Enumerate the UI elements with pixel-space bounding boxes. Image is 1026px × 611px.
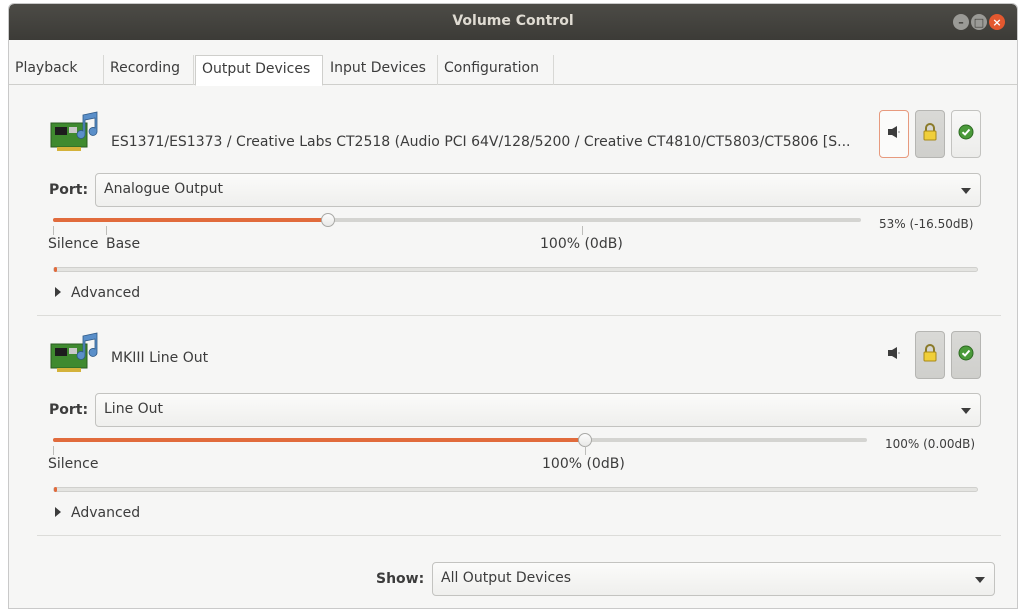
device-name: MKIII Line Out: [111, 350, 209, 366]
mark-silence: Silence: [48, 236, 99, 252]
device-name: ES1371/ES1373 / Creative Labs CT2518 (Au…: [111, 134, 851, 150]
port-label: Port:: [49, 182, 89, 198]
volume-control-window: Volume Control – □ × Playback Recording …: [8, 3, 1018, 609]
device-separator: [37, 315, 1001, 316]
port-select[interactable]: Line Out: [95, 393, 981, 427]
volume-slider-handle[interactable]: [321, 213, 335, 227]
peak-meter-fill: [54, 267, 57, 272]
tab-configuration[interactable]: Configuration: [438, 55, 554, 85]
volume-readout: 100% (0.00dB): [885, 437, 976, 451]
set-default-button[interactable]: [951, 331, 981, 379]
volume-slider-fill: [53, 438, 585, 442]
tab-input-devices[interactable]: Input Devices: [324, 55, 438, 85]
mark-100: 100% (0dB): [542, 456, 625, 472]
chevron-down-icon: [975, 577, 985, 583]
expander-arrow-icon: [55, 507, 61, 517]
tab-output-devices[interactable]: Output Devices: [195, 55, 323, 86]
title-bar[interactable]: Volume Control – □ ×: [9, 4, 1017, 40]
advanced-label: Advanced: [71, 285, 141, 301]
tab-bar: Playback Recording Output Devices Input …: [9, 55, 1017, 86]
port-select-value: Line Out: [104, 401, 164, 417]
port-select-value: Analogue Output: [104, 181, 223, 197]
tab-recording[interactable]: Recording: [104, 55, 194, 85]
sound-card-icon: [49, 332, 101, 374]
volume-readout: 53% (-16.50dB): [879, 217, 974, 231]
speaker-icon: [887, 125, 901, 143]
advanced-label: Advanced: [71, 505, 141, 521]
window-title: Volume Control: [452, 13, 574, 29]
peak-meter: [53, 487, 978, 492]
lock-icon: [922, 123, 938, 145]
device-separator: [37, 535, 1001, 536]
sound-card-icon: [49, 111, 101, 153]
checkmark-icon: [958, 124, 974, 144]
output-devices-panel: ES1371/ES1373 / Creative Labs CT2518 (Au…: [9, 85, 1017, 608]
volume-slider-fill: [53, 218, 328, 222]
tick-100: [582, 226, 583, 235]
speaker-icon: [887, 346, 901, 364]
checkmark-icon: [958, 345, 974, 365]
volume-slider-handle[interactable]: [578, 433, 592, 447]
lock-channels-button[interactable]: [915, 110, 945, 158]
mark-silence: Silence: [48, 456, 99, 472]
show-select[interactable]: All Output Devices: [432, 562, 995, 596]
tick-base: [106, 226, 107, 235]
advanced-expander[interactable]: Advanced: [55, 285, 140, 301]
advanced-expander[interactable]: Advanced: [55, 505, 140, 521]
peak-meter: [53, 267, 978, 272]
maximize-icon[interactable]: □: [971, 14, 987, 30]
lock-icon: [922, 344, 938, 366]
set-default-button[interactable]: [951, 110, 981, 158]
port-label: Port:: [49, 402, 89, 418]
mark-base: Base: [106, 236, 141, 252]
peak-meter-fill: [54, 487, 57, 492]
close-icon[interactable]: ×: [989, 14, 1005, 30]
tick-100: [585, 446, 586, 455]
expander-arrow-icon: [55, 287, 61, 297]
chevron-down-icon: [961, 408, 971, 414]
tick-silence: [53, 226, 54, 235]
minimize-icon[interactable]: –: [953, 14, 969, 30]
mute-button[interactable]: [879, 331, 909, 379]
mark-100: 100% (0dB): [540, 236, 623, 252]
port-select[interactable]: Analogue Output: [95, 173, 981, 207]
mute-button[interactable]: [879, 110, 909, 158]
lock-channels-button[interactable]: [915, 331, 945, 379]
show-label: Show:: [376, 571, 425, 587]
tab-playback[interactable]: Playback: [9, 55, 104, 85]
show-select-value: All Output Devices: [441, 570, 572, 586]
chevron-down-icon: [961, 188, 971, 194]
tick-silence: [53, 446, 54, 455]
